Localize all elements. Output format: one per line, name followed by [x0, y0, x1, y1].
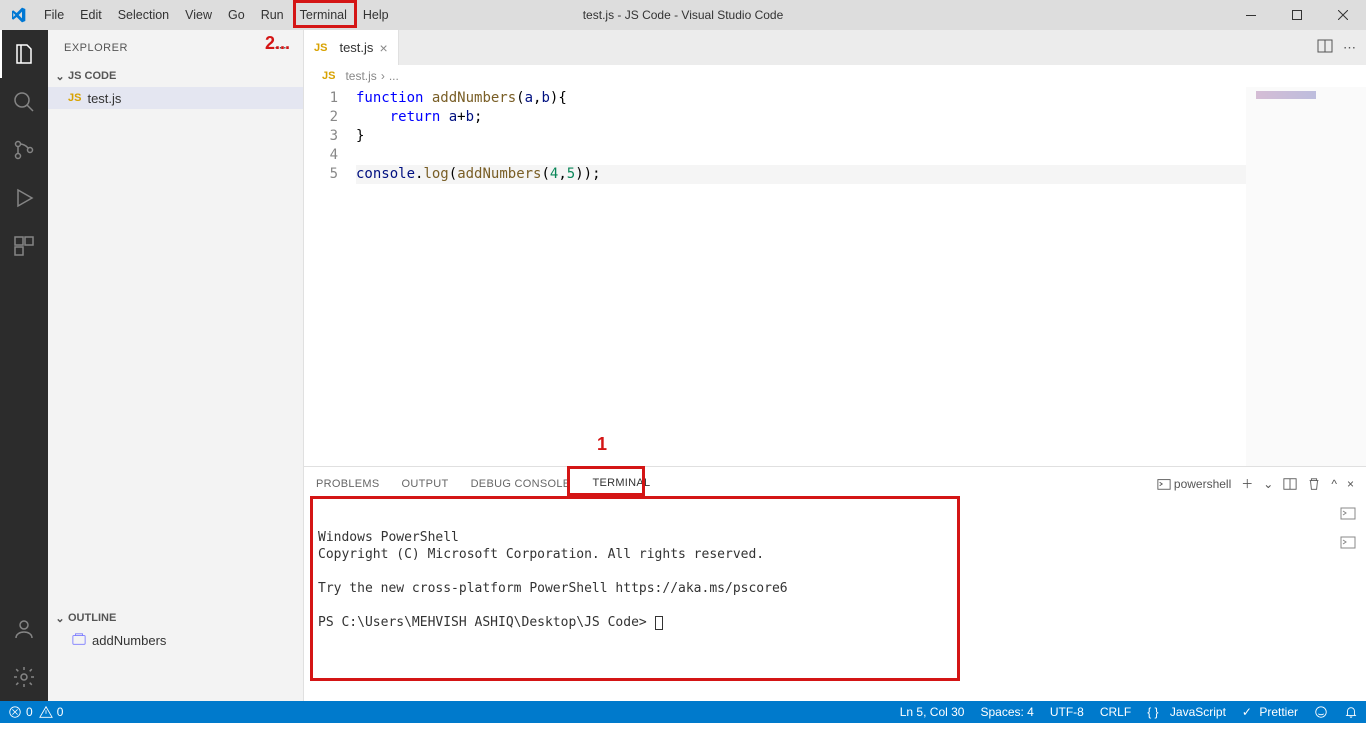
statusbar: 0 0 Ln 5, Col 30 Spaces: 4 UTF-8 CRLF { … — [0, 701, 1366, 723]
terminal-cursor-icon — [655, 616, 663, 630]
symbol-function-icon — [72, 632, 86, 649]
vscode-logo-icon — [10, 7, 26, 23]
js-file-icon: JS — [68, 92, 81, 104]
sidebar: EXPLORER ⋯ ⌄ JS CODE JS test.js ⌄ OUTLIN… — [48, 30, 304, 701]
project-name: JS CODE — [68, 70, 116, 82]
project-header[interactable]: ⌄ JS CODE — [48, 65, 303, 87]
titlebar: File Edit Selection View Go Run Terminal… — [0, 0, 1366, 30]
window-title: test.js - JS Code - Visual Studio Code — [583, 8, 784, 22]
settings-icon[interactable] — [0, 653, 48, 701]
status-language[interactable]: { } JavaScript — [1147, 705, 1226, 719]
window-controls — [1228, 0, 1366, 30]
breadcrumb-file: test.js — [345, 69, 376, 83]
js-file-icon: JS — [314, 42, 327, 54]
chevron-down-icon: ⌄ — [52, 70, 68, 83]
source-control-icon[interactable] — [0, 126, 48, 174]
more-actions-icon[interactable]: ⋯ — [1343, 40, 1356, 56]
menu-selection[interactable]: Selection — [110, 0, 177, 30]
menubar: File Edit Selection View Go Run Terminal… — [36, 0, 397, 30]
line-gutter: 1 2 3 4 5 — [304, 87, 356, 466]
status-errors[interactable]: 0 — [8, 705, 33, 719]
activitybar — [0, 30, 48, 701]
panel-tab-terminal[interactable]: TERMINAL — [592, 469, 650, 498]
status-prettier[interactable]: ✓ Prettier — [1242, 705, 1298, 719]
status-lncol[interactable]: Ln 5, Col 30 — [900, 705, 965, 719]
status-encoding[interactable]: UTF-8 — [1050, 705, 1084, 719]
search-icon[interactable] — [0, 78, 48, 126]
explorer-icon[interactable] — [0, 30, 48, 78]
run-debug-icon[interactable] — [0, 174, 48, 222]
status-spaces[interactable]: Spaces: 4 — [980, 705, 1033, 719]
panel: PROBLEMS OUTPUT DEBUG CONSOLE TERMINAL p… — [304, 466, 1366, 701]
split-editor-icon[interactable] — [1317, 38, 1333, 57]
menu-file[interactable]: File — [36, 0, 72, 30]
panel-tab-problems[interactable]: PROBLEMS — [316, 470, 380, 498]
minimize-icon[interactable] — [1228, 0, 1274, 30]
file-name: test.js — [87, 91, 121, 106]
new-terminal-icon[interactable]: ＋ — [1241, 475, 1253, 492]
minimap[interactable] — [1246, 87, 1366, 466]
menu-help[interactable]: Help — [355, 0, 397, 30]
maximize-panel-icon[interactable]: ^ — [1331, 477, 1337, 491]
status-eol[interactable]: CRLF — [1100, 705, 1131, 719]
sidebar-title: EXPLORER — [64, 42, 128, 54]
terminal-side-icon[interactable] — [1340, 534, 1356, 553]
breadcrumb-rest: ... — [389, 69, 399, 83]
terminal-side-icon[interactable] — [1340, 505, 1356, 524]
tab-row: JS test.js × ⋯ — [304, 30, 1366, 65]
status-bell-icon[interactable] — [1344, 705, 1358, 719]
outline-header[interactable]: ⌄ OUTLINE — [48, 607, 303, 629]
tab-close-icon[interactable]: × — [379, 40, 387, 56]
terminal-dropdown-icon[interactable]: ⌄ — [1263, 477, 1273, 491]
terminal-body[interactable]: Windows PowerShell Copyright (C) Microso… — [304, 500, 1366, 701]
file-item-testjs[interactable]: JS test.js — [48, 87, 303, 109]
code-content[interactable]: function addNumbers(a,b){ return a+b;} c… — [356, 87, 1246, 466]
outline-title: OUTLINE — [68, 612, 116, 624]
menu-terminal[interactable]: Terminal — [292, 0, 355, 30]
panel-tab-output[interactable]: OUTPUT — [402, 470, 449, 498]
maximize-icon[interactable] — [1274, 0, 1320, 30]
menu-go[interactable]: Go — [220, 0, 253, 30]
status-feedback-icon[interactable] — [1314, 705, 1328, 719]
close-icon[interactable] — [1320, 0, 1366, 30]
menu-view[interactable]: View — [177, 0, 220, 30]
account-icon[interactable] — [0, 605, 48, 653]
status-warnings[interactable]: 0 — [39, 705, 64, 719]
menu-edit[interactable]: Edit — [72, 0, 110, 30]
outline-symbol: addNumbers — [92, 633, 166, 648]
code-editor[interactable]: 1 2 3 4 5 function addNumbers(a,b){ retu… — [304, 87, 1366, 466]
outline-item[interactable]: addNumbers — [48, 629, 303, 651]
split-terminal-icon[interactable] — [1283, 477, 1297, 491]
js-file-icon: JS — [322, 70, 335, 82]
tab-testjs[interactable]: JS test.js × — [304, 30, 399, 65]
terminal-profile[interactable]: powershell — [1157, 477, 1232, 491]
chevron-down-icon: ⌄ — [52, 612, 68, 625]
menu-run[interactable]: Run — [253, 0, 292, 30]
extensions-icon[interactable] — [0, 222, 48, 270]
close-panel-icon[interactable]: × — [1347, 477, 1354, 491]
panel-tab-debug[interactable]: DEBUG CONSOLE — [471, 470, 571, 498]
tab-label: test.js — [339, 40, 373, 55]
breadcrumb[interactable]: JS test.js › ... — [304, 65, 1366, 87]
kill-terminal-icon[interactable] — [1307, 477, 1321, 491]
editor-area: JS test.js × ⋯ JS test.js › ... 1 2 3 4 … — [304, 30, 1366, 701]
more-icon[interactable]: ⋯ — [274, 40, 287, 56]
panel-tabs: PROBLEMS OUTPUT DEBUG CONSOLE TERMINAL p… — [304, 467, 1366, 500]
breadcrumb-sep: › — [381, 69, 385, 83]
